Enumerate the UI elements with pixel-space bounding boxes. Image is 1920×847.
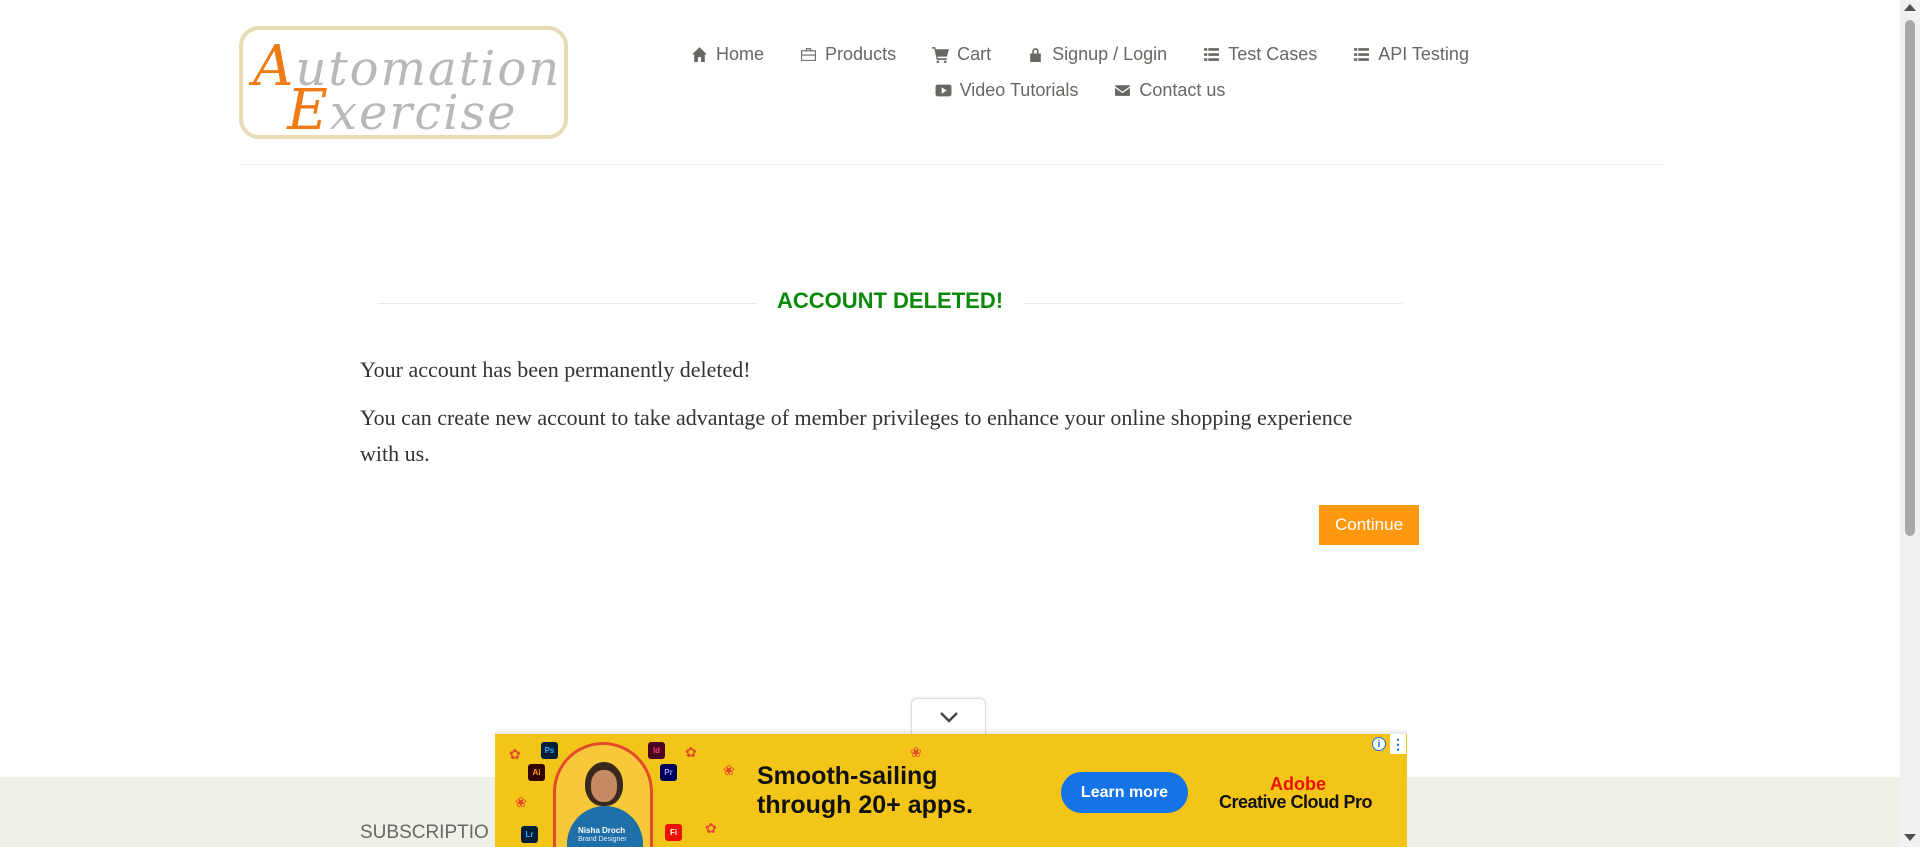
nav-api-testing[interactable]: API Testing — [1353, 44, 1469, 65]
create-account-message: You can create new account to take advan… — [360, 405, 1353, 466]
deleted-message: Your account has been permanently delete… — [360, 357, 751, 382]
ad-decoration: ❀ — [723, 762, 735, 778]
header-divider — [239, 164, 1663, 165]
scroll-down-arrow-icon[interactable] — [1904, 834, 1916, 841]
page-title: ACCOUNT DELETED! — [756, 288, 1024, 313]
list-icon — [1204, 47, 1220, 61]
ad-decoration: ❀ — [910, 744, 922, 760]
ad-decoration: ❀ — [515, 794, 527, 810]
site-logo[interactable]: Automation Exercise — [239, 26, 568, 143]
scrollbar-thumb[interactable] — [1905, 20, 1915, 536]
continue-button[interactable]: Continue — [1319, 505, 1419, 545]
page: Automation Exercise Home Products Cart S… — [0, 0, 1900, 847]
nav-signup-login[interactable]: Signup / Login — [1027, 44, 1167, 65]
cart-icon — [932, 46, 950, 63]
app-badge: Id — [648, 742, 665, 759]
ad-headline: Smooth-sailing through 20+ apps. — [757, 762, 974, 819]
nav-products[interactable]: Products — [800, 44, 896, 65]
app-badge: Ps — [541, 742, 558, 759]
nav-row-1: Home Products Cart Signup / Login Test C… — [690, 36, 1470, 72]
app-badge: Pr — [660, 764, 677, 781]
nav-contact-us[interactable]: Contact us — [1114, 80, 1225, 101]
ad-learn-more-button[interactable]: Learn more — [1061, 772, 1188, 813]
ad-decoration: ✿ — [705, 820, 717, 836]
ad-decoration: ✿ — [685, 744, 697, 760]
main-nav: Home Products Cart Signup / Login Test C… — [690, 36, 1470, 108]
nav-home[interactable]: Home — [691, 44, 764, 65]
briefcase-icon — [801, 47, 816, 61]
nav-row-2: Video Tutorials Contact us — [690, 72, 1470, 108]
envelope-icon — [1115, 84, 1131, 96]
home-icon — [692, 46, 707, 62]
ad-person-role: Brand Designer — [578, 836, 627, 843]
title-section: ACCOUNT DELETED! — [378, 284, 1402, 320]
ad-brand-product: Creative Cloud Pro — [1219, 792, 1373, 812]
ad-banner[interactable]: ✿ ❀ ✿ ❀ ✿ ❀ Nisha Droch Brand Designer P… — [495, 734, 1407, 847]
scrollbar[interactable] — [1900, 0, 1920, 847]
ad-decoration: ✿ — [509, 746, 521, 762]
app-badge: Fi — [665, 824, 682, 841]
logo-text-line2: xercise — [329, 85, 518, 141]
nav-test-cases[interactable]: Test Cases — [1203, 44, 1317, 65]
ad-person-face — [591, 770, 617, 802]
app-badge: Ai — [528, 764, 545, 781]
scroll-up-arrow-icon[interactable] — [1904, 4, 1916, 11]
youtube-play-icon — [935, 84, 952, 96]
nav-cart[interactable]: Cart — [932, 44, 991, 65]
logo-cap-e: E — [287, 78, 330, 143]
lock-icon — [1030, 47, 1041, 62]
ad-person-name: Nisha Droch — [578, 826, 626, 835]
nav-video-tutorials[interactable]: Video Tutorials — [935, 80, 1078, 101]
chevron-down-icon — [939, 712, 958, 723]
app-badge: Lr — [521, 826, 538, 843]
list-icon — [1354, 47, 1370, 61]
ad-more-options-icon[interactable]: ⋮ — [1390, 734, 1406, 754]
ad-info-icon[interactable]: i — [1372, 737, 1386, 751]
subscription-heading: SUBSCRIPTIO — [360, 822, 489, 843]
